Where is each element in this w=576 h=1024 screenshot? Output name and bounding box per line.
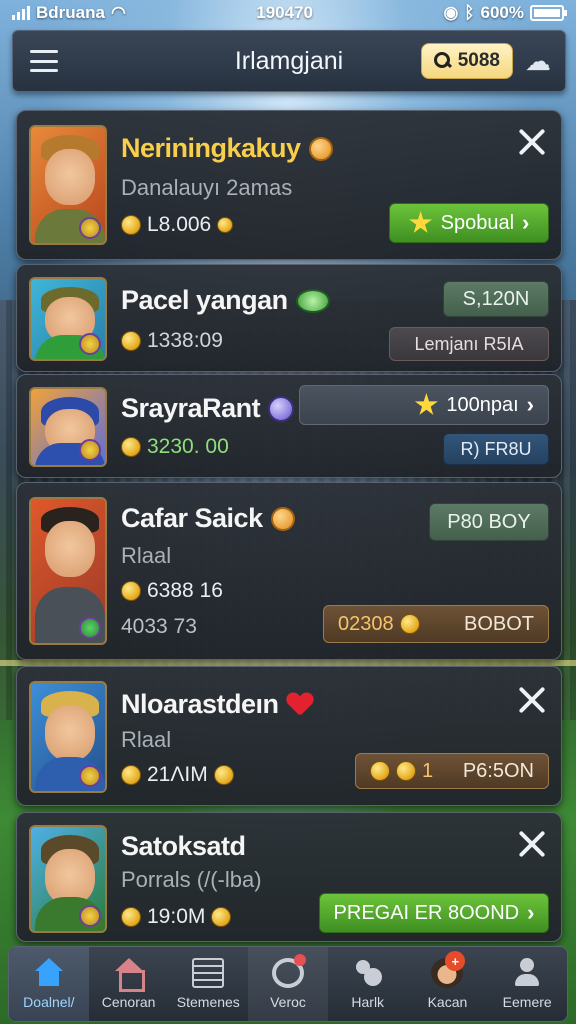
prepare-button[interactable]: PREGAI ER 8OOND › (319, 893, 549, 933)
alarm-icon: ◉ (443, 3, 459, 22)
coin-balance: 6388 16 (121, 579, 223, 603)
upgrade-button[interactable]: 100npaı › (299, 385, 549, 425)
player-card[interactable]: Neriningkakuy Danalauyı 2amas L8.006 Spo… (16, 110, 562, 260)
coin-icon (121, 907, 141, 927)
nav-item-list[interactable]: Stemenes (168, 947, 248, 1021)
nav-item-home[interactable]: Doalnel/ (9, 947, 89, 1021)
heart-icon (287, 693, 313, 717)
coin-balance: 19:0M (121, 905, 232, 929)
nav-item-target[interactable]: Veroc (248, 947, 328, 1021)
chevron-right-icon: › (527, 900, 535, 925)
coin-icon (217, 217, 234, 233)
coin-balance: 3230. 00 (121, 435, 229, 459)
medal-icon (270, 506, 295, 531)
signal-icon (12, 6, 30, 20)
player-name: Satoksatd (121, 831, 246, 861)
nav-item-shop[interactable]: Cenoran (89, 947, 169, 1021)
coin-icon (370, 761, 390, 781)
chevron-right-icon: › (522, 210, 530, 235)
player-card[interactable]: Satoksatd Porrals (/(-lba) 19:0M PREGAI … (16, 812, 562, 942)
player-name: Neriningkakuy (121, 133, 333, 164)
coin-balance: 21ΛΙΜ (121, 763, 234, 787)
search-value: 5088 (457, 50, 500, 71)
profile-icon (511, 958, 543, 988)
action-button[interactable]: 1 P6:5ON (355, 753, 549, 789)
coin-icon (121, 215, 141, 235)
avatar (29, 125, 107, 245)
status-bar: Bdruana ◠ 190470 ◉ ᛒ 600% (0, 0, 576, 26)
close-icon[interactable] (517, 829, 547, 859)
action-button[interactable]: R) FR8U (443, 433, 549, 465)
status-time: 190470 (256, 3, 313, 22)
player-subtitle: Rlaal (121, 543, 172, 568)
coin-icon (121, 331, 141, 351)
bottom-nav: Doalnel/ Cenoran Stemenes Veroc Harlk + … (8, 946, 568, 1022)
orb-icon (268, 395, 295, 422)
avatar (29, 681, 107, 793)
carrier-name: Bdruana (36, 3, 105, 22)
nav-item-avatar[interactable]: + Kacan (408, 947, 488, 1021)
special-button[interactable]: Spobual › (389, 203, 549, 243)
coin-icon (213, 765, 234, 785)
coin-icon (396, 761, 416, 781)
close-icon[interactable] (517, 127, 547, 157)
player-name: SrayraRant (121, 393, 295, 424)
bluetooth-icon: ᛒ (464, 3, 475, 22)
coin-icon (121, 765, 141, 785)
close-icon[interactable] (517, 685, 547, 715)
people-icon (352, 958, 384, 988)
coin-icon (211, 907, 232, 927)
shop-icon (113, 958, 145, 992)
cloud-icon[interactable]: ☁ (525, 46, 551, 77)
avatar (29, 825, 107, 933)
coin-icon (399, 614, 420, 634)
price-button[interactable]: P80 BOY (429, 503, 549, 541)
target-icon (272, 954, 307, 988)
secondary-value: 4033 73 (121, 615, 197, 638)
home-icon (33, 958, 65, 988)
list-icon (192, 958, 225, 988)
search-icon (433, 52, 452, 70)
player-name: Cafar Saick (121, 503, 295, 534)
avatar (29, 497, 107, 645)
player-subtitle: Rlaal (121, 727, 172, 752)
player-card[interactable]: Cafar Saick Rlaal 6388 16 4033 73 P80 BO… (16, 482, 562, 660)
coin-balance: 1338:09 (121, 329, 223, 353)
nav-item-profile[interactable]: Eemere (487, 947, 567, 1021)
avatar (29, 277, 107, 361)
action-button[interactable]: 02308 BOBOT (323, 605, 549, 643)
nav-item-people[interactable]: Harlk (328, 947, 408, 1021)
price-button[interactable]: S,120N (443, 281, 549, 317)
player-name: Pacel yangan (121, 285, 330, 316)
player-name: Nloarastdeın (121, 689, 313, 720)
action-button[interactable]: Lemjanı⁠⁠ R5IA (389, 327, 549, 361)
battery-icon (529, 5, 567, 21)
star-icon (414, 393, 438, 415)
coin-balance: L8.006 (121, 213, 234, 237)
avatar (29, 387, 107, 467)
medal-icon (308, 136, 333, 161)
battery-percent: 600% (480, 3, 524, 22)
player-card[interactable]: SrayraRant 3230. 00 100npaı › R) FR8U (16, 374, 562, 478)
app-header: Irlamgjani 5088 ☁ (12, 30, 566, 92)
coin-icon (121, 581, 141, 601)
leaf-icon (295, 288, 330, 313)
star-icon (409, 211, 433, 233)
player-subtitle: Danalauyı 2amas (121, 175, 293, 200)
player-card[interactable]: Pacel yangan 1338:09 S,120N Lemjanı⁠⁠ R5… (16, 264, 562, 372)
chevron-right-icon: › (526, 392, 534, 417)
wifi-icon: ◠ (110, 3, 126, 22)
player-card[interactable]: Nloarastdeın Rlaal 21ΛΙΜ 1 P6:5ON (16, 666, 562, 806)
menu-icon[interactable] (27, 46, 61, 76)
coin-icon (121, 437, 141, 457)
player-subtitle: Porrals (/(-lba) (121, 867, 262, 892)
search-button[interactable]: 5088 (420, 43, 513, 79)
